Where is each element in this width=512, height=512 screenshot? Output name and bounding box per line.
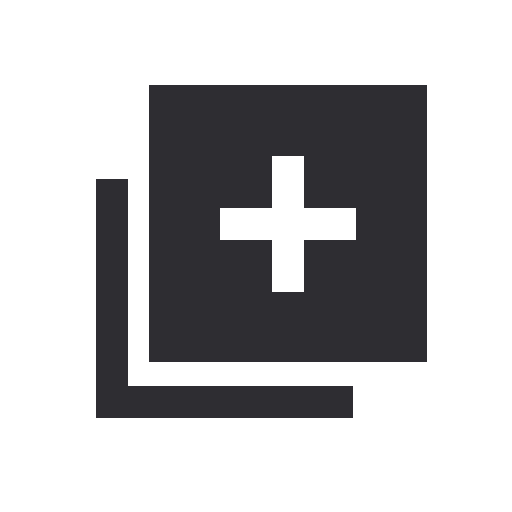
add-to-collection-icon [96, 85, 427, 418]
plus-vertical-bar [272, 156, 304, 292]
icon-canvas [0, 0, 512, 512]
add-to-collection-button[interactable] [0, 0, 512, 512]
